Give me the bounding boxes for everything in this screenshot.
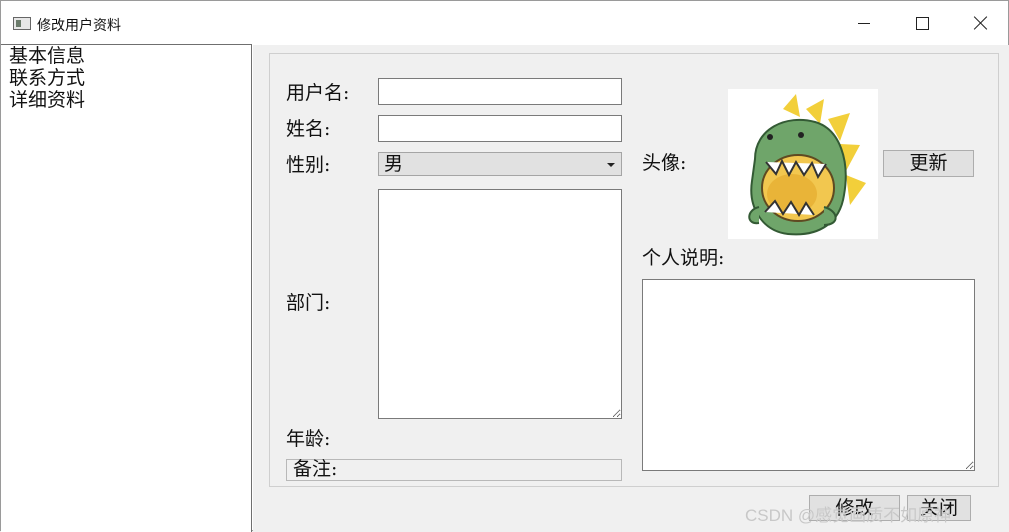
close-window-button[interactable] [951,1,1009,45]
update-avatar-button[interactable]: 更新 [883,150,974,177]
sidebar-item-details[interactable]: 详细资料 [1,89,251,111]
note-label: 备注: [293,458,338,480]
maximize-icon [915,16,929,30]
minimize-button[interactable] [835,1,893,45]
minimize-icon [858,22,870,24]
note-field[interactable]: 备注: [286,458,622,481]
gender-label: 性别: [286,154,331,176]
sidebar-list: 基本信息 联系方式 详细资料 [1,44,252,532]
title-bar: 修改用户资料 [1,1,1008,45]
gender-value: 男 [384,153,404,175]
dropdown-arrow-icon [607,163,615,167]
department-textarea[interactable] [378,189,622,419]
name-label: 姓名: [286,118,331,140]
gender-select[interactable]: 男 [378,152,622,176]
age-label: 年龄: [286,428,331,450]
sidebar-item-contact[interactable]: 联系方式 [1,67,251,89]
maximize-button[interactable] [893,1,951,45]
sidebar-item-basic-info[interactable]: 基本信息 [1,45,251,67]
department-label: 部门: [286,292,331,314]
close-icon [973,16,987,30]
dinosaur-avatar-icon [728,89,878,239]
username-input[interactable] [378,78,622,105]
content-panel: 用户名: 姓名: 性别: 男 部门: 年龄: 备注: 头像: 更新 个人说明: … [253,45,1009,532]
profile-textarea[interactable] [642,279,975,471]
window-title: 修改用户资料 [37,17,121,33]
avatar-image [728,89,878,239]
window: 修改用户资料 基本信息 联系方式 详细资料 用户名: 姓名: 性别: 男 部门:… [0,0,1009,532]
name-input[interactable] [378,115,622,142]
app-icon [13,17,31,30]
profile-form: 用户名: 姓名: 性别: 男 部门: 年龄: 备注: 头像: 更新 个人说明: [269,53,999,487]
profile-label: 个人说明: [642,247,725,269]
avatar-label: 头像: [642,152,687,174]
username-label: 用户名: [286,82,350,104]
watermark: CSDN @感觉画质不如原神 [745,506,952,525]
